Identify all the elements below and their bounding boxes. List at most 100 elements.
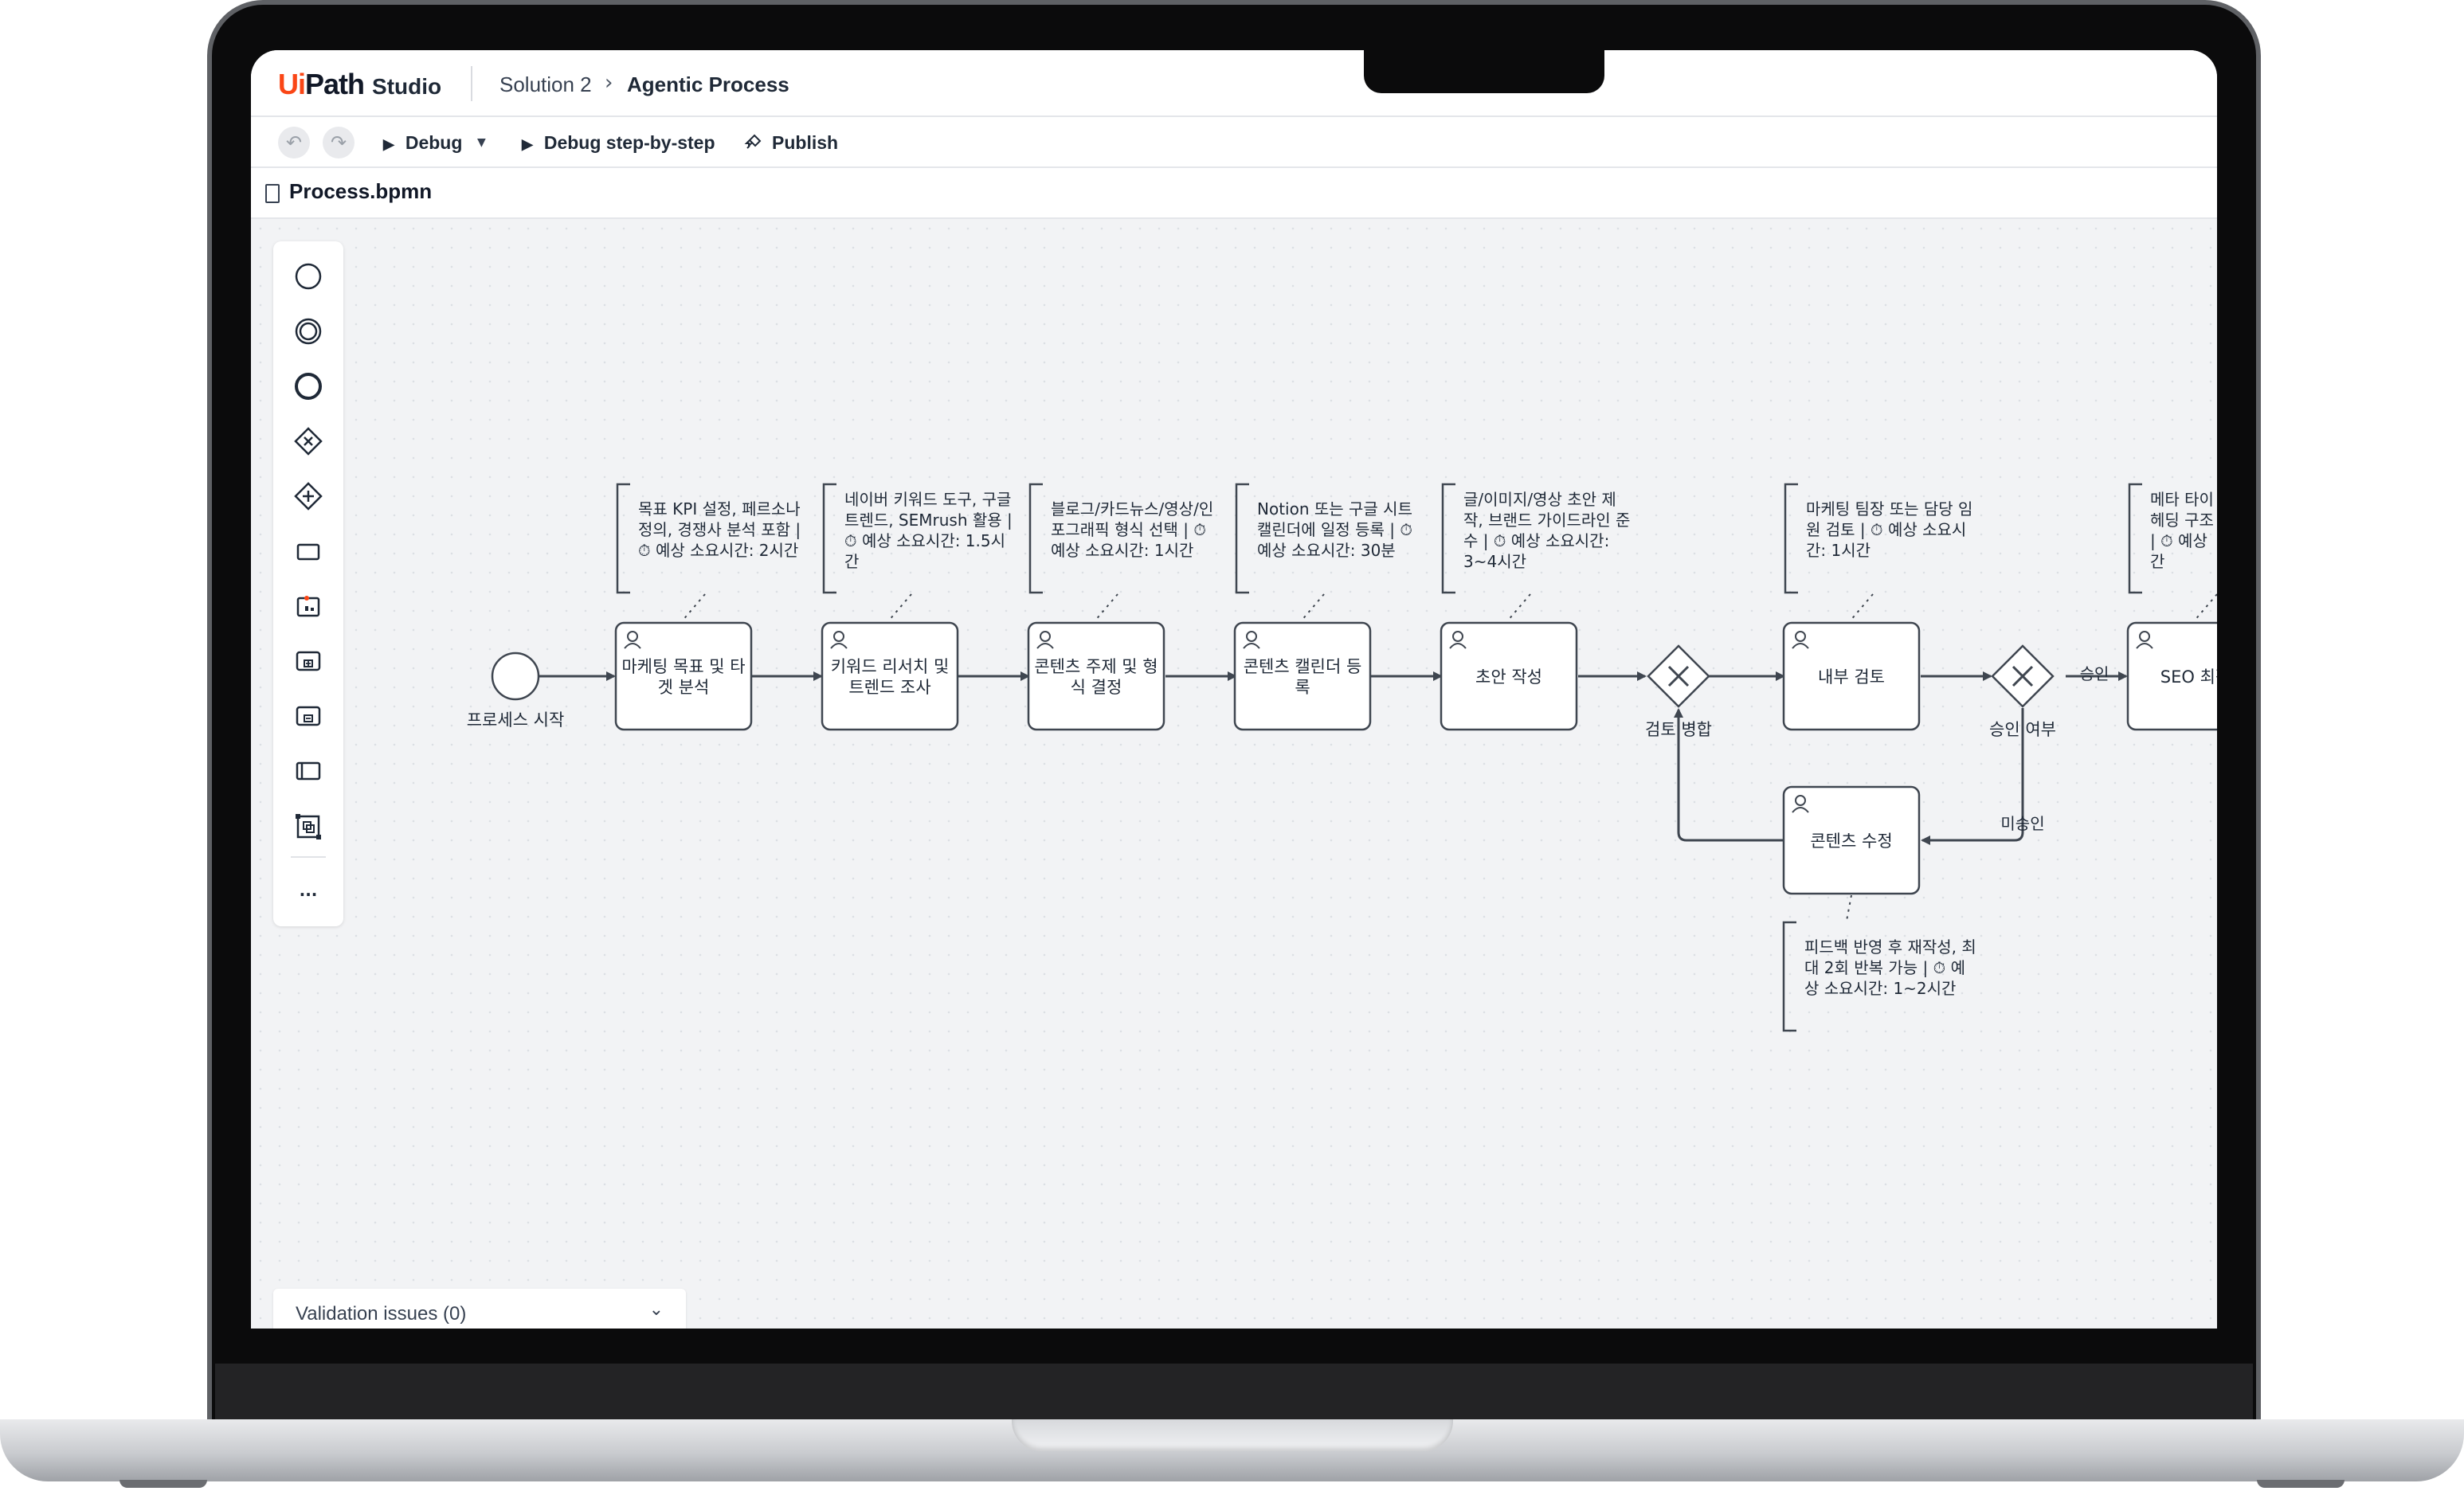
text-annotation[interactable]: 메타 타이헤딩 구조| ⏱ 예상간 [2128,483,2217,622]
file-tab-name[interactable]: Process.bpmn [289,179,432,204]
app-header: UiPath Studio Solution 2 › Agentic Proces… [251,50,2217,117]
annotation-text: 원 검토 | ⏱ 예상 소요시 [1806,520,1966,539]
task-node[interactable]: 콘텐츠 수정 [1782,785,1921,895]
gateway-label: 검토 병합 [1645,720,1712,739]
task-label: 트렌드 조사 [848,678,930,697]
annotation-text: 정의, 경쟁사 분석 포함 | [638,520,801,539]
annotation-text: 작, 브랜드 가이드라인 준 [1463,511,1630,530]
annotation-text: ⏱ 예상 소요시간: 2시간 [638,541,798,560]
gateway-label: 승인 여부 [1989,720,2056,739]
task-node[interactable]: 콘텐츠 주제 및 형식 결정 [1027,621,1165,731]
toolbar: ↶ ↷ ▶ Debug ▼ ▶ Debug step-by-step Publish [251,117,2217,168]
start-event[interactable] [491,652,540,701]
undo-icon: ↶ [285,131,303,154]
annotation-text: 마케팅 팀장 또는 담당 임 [1806,499,1972,519]
gateway-approval[interactable] [1991,644,2055,708]
chevron-down-icon[interactable]: ▼ [477,130,486,155]
chevron-right-icon: › [605,71,613,95]
header-divider [471,66,472,101]
rocket-icon [744,134,762,149]
task-label: SEO 최적 [2160,667,2217,687]
file-icon [265,184,280,203]
gateway-review-merge[interactable] [1647,644,1710,708]
annotations-layer: 목표 KPI 설정, 페르소나정의, 경쟁사 분석 포함 | ⏱ 예상 소요시간:… [616,483,2217,1032]
start-event-label: 프로세스 시작 [467,710,565,730]
task-label: 콘텐츠 캘린더 등 [1244,657,1362,676]
annotation-text: 캘린더에 일정 등록 | ⏱ [1257,520,1412,539]
annotation-text: 대 2회 반복 가능 | ⏱ 예 [1804,958,1965,977]
laptop-foot [2257,1480,2345,1488]
task-node[interactable]: 마케팅 목표 및 타겟 분석 [614,621,753,731]
annotation-text: 블로그/카드뉴스/영상/인 [1051,499,1213,519]
annotation-text: 간 [2150,552,2164,571]
flow-label-rejected: 미승인 [2000,814,2044,833]
camera-notch [1364,50,1604,93]
validation-label: Validation issues (0) [296,1303,467,1325]
annotation-text: 3~4시간 [1463,552,1526,571]
file-tab-bar: Process.bpmn [251,168,2217,219]
annotation-text: 글/이미지/영상 초안 제 [1463,490,1616,509]
debug-step-button[interactable]: ▶ Debug step-by-step [522,130,715,155]
laptop-foot [119,1480,207,1488]
annotation-text: 간 [844,552,859,571]
play-icon: ▶ [383,136,394,152]
association [1846,894,1852,922]
text-annotation[interactable]: 목표 KPI 설정, 페르소나정의, 경쟁사 분석 포함 | ⏱ 예상 소요시간:… [616,483,801,622]
play-icon: ▶ [522,136,533,152]
task-label: 콘텐츠 주제 및 형 [1034,657,1158,676]
breadcrumb-solution[interactable]: Solution 2 [499,72,592,97]
task-node[interactable]: SEO 최적 [2126,621,2217,731]
task-node[interactable]: 콘텐츠 캘린더 등록 [1233,621,1372,731]
annotation-text: 상 소요시간: 1~2시간 [1804,979,1956,998]
association [2193,593,2217,622]
debug-button[interactable]: ▶ Debug [383,130,462,155]
text-annotation[interactable]: Notion 또는 구글 시트캘린더에 일정 등록 | ⏱ 예상 소요시간: 30… [1235,483,1412,622]
task-node[interactable]: 초안 작성 [1440,621,1578,731]
association [887,593,912,622]
task-label: 마케팅 목표 및 타 [621,657,745,676]
annotation-text: Notion 또는 구글 시트 [1257,499,1412,519]
laptop-opening-notch [1012,1419,1453,1451]
association [1300,593,1325,622]
annotation-text: | ⏱ 예상 [2150,531,2207,550]
annotation-text: 피드백 반영 후 재작성, 최 [1804,937,1976,957]
laptop-bezel-bottom [215,1364,2253,1421]
validation-panel[interactable]: Validation issues (0) ⌄ [273,1289,686,1329]
tasks-layer: 마케팅 목표 및 타겟 분석 키워드 리서치 및트렌드 조사 콘텐츠 주제 및 형식… [614,621,2217,895]
annotation-text: 목표 KPI 설정, 페르소나 [638,499,801,519]
task-label: 키워드 리서치 및 [831,657,950,676]
text-annotation[interactable]: 블로그/카드뉴스/영상/인포그래픽 형식 선택 | ⏱ 예상 소요시간: 1시간 [1028,483,1213,622]
chevron-down-icon[interactable]: ⌄ [649,1300,664,1320]
text-annotation[interactable]: 피드백 반영 후 재작성, 최대 2회 반복 가능 | ⏱ 예상 소요시간: 1… [1782,894,1976,1032]
annotation-text: 예상 소요시간: 1시간 [1051,541,1193,560]
undo-button[interactable]: ↶ [278,127,310,158]
uipath-logo[interactable]: UiPath Studio [278,68,441,101]
task-node[interactable]: 키워드 리서치 및트렌드 조사 [821,621,959,731]
task-label: 초안 작성 [1475,667,1542,687]
annotation-text: ⏱ 예상 소요시간: 1.5시 [844,531,1005,550]
association [1094,593,1118,622]
text-annotation[interactable]: 글/이미지/영상 초안 제작, 브랜드 가이드라인 준수 | ⏱ 예상 소요시간… [1441,483,1630,622]
association [681,593,706,622]
annotation-text: 메타 타이 [2150,490,2214,509]
association [1506,593,1531,622]
annotation-text: 예상 소요시간: 30분 [1257,541,1396,560]
screen: UiPath Studio Solution 2 › Agentic Proces… [251,50,2217,1329]
task-label: 식 결정 [1071,678,1122,697]
annotation-text: 트렌드, SEMrush 활용 | [844,511,1013,530]
annotation-text: 헤딩 구조 [2150,511,2214,530]
annotation-text: 간: 1시간 [1806,541,1871,560]
annotation-text: 수 | ⏱ 예상 소요시간: [1463,531,1609,550]
text-annotation[interactable]: 네이버 키워드 도구, 구글트렌드, SEMrush 활용 |⏱ 예상 소요시간… [822,483,1013,622]
redo-icon: ↷ [330,131,347,154]
publish-button[interactable]: Publish [743,130,838,155]
annotation-text: 포그래픽 형식 선택 | ⏱ [1051,520,1206,539]
flow-label-approved: 승인 [2080,664,2109,683]
task-node[interactable]: 내부 검토 [1782,621,1921,731]
text-annotation[interactable]: 마케팅 팀장 또는 담당 임원 검토 | ⏱ 예상 소요시간: 1시간 [1784,483,1972,622]
redo-button[interactable]: ↷ [323,127,355,158]
task-label: 콘텐츠 수정 [1810,832,1892,851]
annotation-text: 네이버 키워드 도구, 구글 [844,490,1011,509]
bpmn-canvas[interactable]: ··· 프로세스 시작 검토 병합 승인 여부 승인 미승인 마케팅 목표 및 … [251,219,2217,1329]
breadcrumb-process: Agentic Process [627,72,789,96]
